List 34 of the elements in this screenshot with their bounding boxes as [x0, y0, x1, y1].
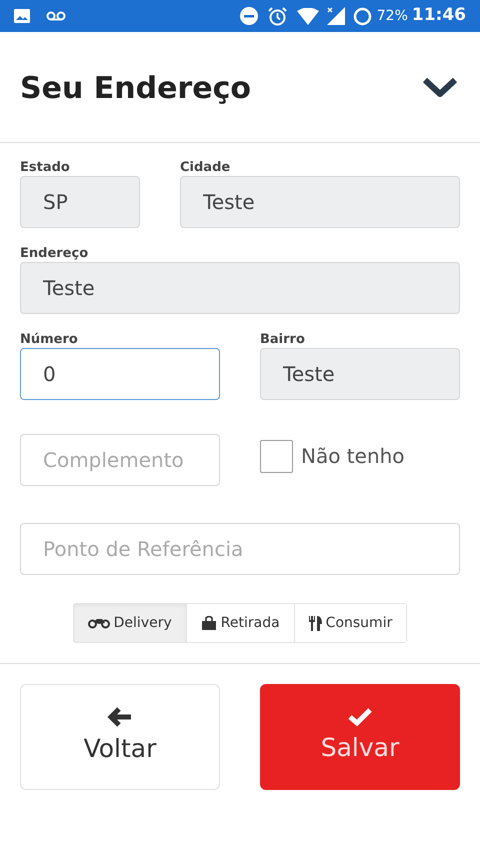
do-not-disturb-icon: [240, 7, 258, 25]
input-field[interactable]: Ponto de Referência: [20, 523, 460, 575]
input-field[interactable]: 0: [20, 348, 220, 400]
check-icon: [347, 707, 373, 728]
chevron-icon[interactable]: [422, 76, 458, 98]
utensils-icon: [308, 616, 322, 630]
back-button[interactable]: Voltar: [20, 684, 220, 790]
battery-icon: [352, 6, 372, 26]
field-label: Bairro: [260, 332, 306, 348]
field-label: Endereço: [20, 246, 90, 262]
checkbox[interactable]: [260, 440, 293, 472]
field-label: Cidade: [180, 160, 232, 176]
checkbox-label: Não tenho: [301, 443, 405, 470]
input-field[interactable]: Teste: [180, 176, 460, 228]
battery-percent: 72%: [376, 6, 408, 26]
input-field[interactable]: Complemento: [20, 434, 220, 486]
input-field[interactable]: Teste: [20, 262, 460, 314]
order-type-tab[interactable]: Delivery: [74, 604, 186, 642]
signal-icon: [326, 7, 345, 25]
bag-icon: [200, 616, 217, 630]
page-title: Seu Endereço: [20, 70, 251, 108]
arrow-left-icon: [107, 706, 133, 728]
wifi-icon: [296, 8, 319, 24]
voicemail-icon: [46, 11, 66, 21]
save-button[interactable]: Salvar: [260, 684, 460, 790]
input-field[interactable]: Teste: [260, 348, 460, 400]
motorcycle-icon: [88, 617, 110, 629]
order-type-tab[interactable]: Consumir: [294, 604, 406, 642]
field-label: Número: [20, 332, 79, 348]
image-icon: [14, 9, 30, 23]
input-field[interactable]: SP: [20, 176, 140, 228]
clock-time: 11:46: [412, 4, 466, 28]
field-label: Estado: [20, 160, 71, 176]
alarm-icon: [268, 6, 287, 26]
